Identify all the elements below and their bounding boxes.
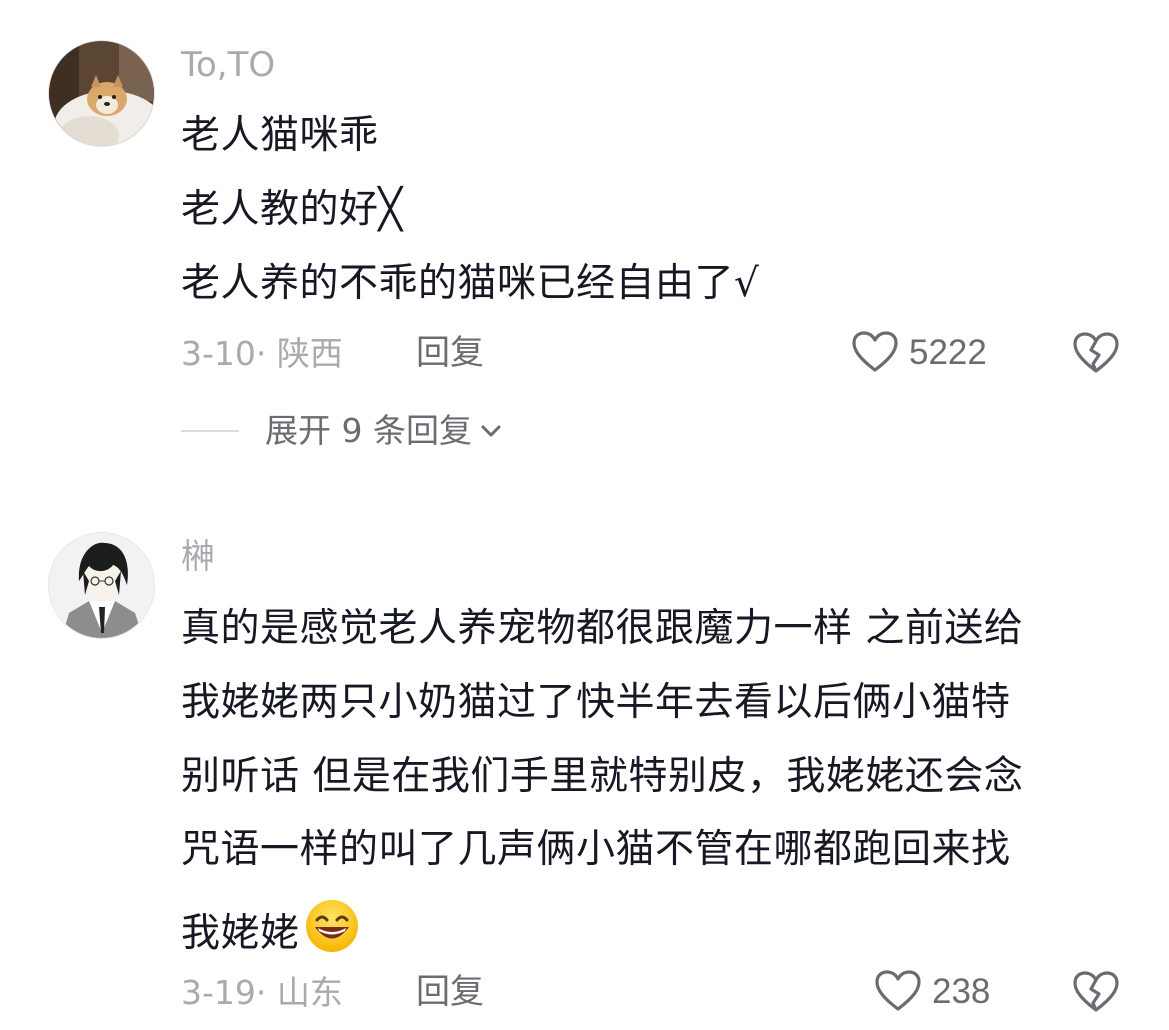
broken-heart-icon	[1073, 332, 1119, 373]
avatar-image	[49, 533, 154, 638]
comment-text-line: 真的是感觉老人养宠物都很跟魔力一样 之前送给	[181, 606, 1024, 651]
expand-replies-button[interactable]: 展开 9 条回复	[181, 414, 504, 447]
comment-item: To,TO 老人猫咪乖 老人教的好╳ 老人养的不乖的猫咪已经自由了√ 3-10·…	[0, 0, 1169, 470]
dislike-button[interactable]	[1072, 331, 1120, 375]
comment-location: 陕西	[276, 334, 343, 373]
expand-replies-label: 展开 9 条回复	[265, 411, 472, 450]
heart-outline-icon	[852, 331, 898, 372]
grinning-face-emoji	[304, 898, 360, 961]
comment-text-line: 咒语一样的叫了几声俩小猫不管在哪都跑回来找	[181, 827, 1011, 872]
comment-date: 3-10	[181, 334, 256, 373]
username[interactable]: 榊	[181, 540, 215, 574]
avatar-image	[49, 41, 154, 146]
broken-heart-icon	[1073, 971, 1119, 1012]
comment-date: 3-19	[181, 973, 256, 1012]
divider-line	[181, 429, 239, 432]
comment-text-line: 别听话 但是在我们手里就特别皮，我姥姥还会念	[181, 754, 1024, 799]
comment-text-line: 老人教的好╳	[181, 187, 403, 232]
like-button[interactable]: 238	[874, 969, 990, 1013]
meta-separator: ·	[255, 334, 277, 373]
comment-text-segment: 我姥姥	[181, 911, 300, 956]
heart-outline-icon	[875, 970, 921, 1011]
comment-text-line-with-emoji: 我姥姥	[181, 898, 360, 961]
chevron-down-icon	[481, 425, 501, 436]
comment-text-line: 老人养的不乖的猫咪已经自由了√	[181, 261, 760, 306]
comment-meta: 3-10· 陕西	[181, 337, 343, 370]
avatar[interactable]	[48, 532, 155, 639]
username[interactable]: To,TO	[181, 48, 275, 82]
comment-meta: 3-19· 山东	[181, 976, 343, 1009]
comment-text-line: 我姥姥两只小奶猫过了快半年去看以后俩小猫特	[181, 680, 1011, 725]
comment-location: 山东	[276, 973, 343, 1012]
reply-button[interactable]: 回复	[416, 975, 484, 1009]
meta-separator: ·	[255, 973, 277, 1012]
like-count: 238	[932, 971, 991, 1011]
comment-text-line: 老人猫咪乖	[181, 113, 379, 158]
like-button[interactable]: 5222	[851, 330, 987, 374]
like-count: 5222	[909, 332, 987, 372]
avatar[interactable]	[48, 40, 155, 147]
reply-button[interactable]: 回复	[416, 336, 484, 370]
dislike-button[interactable]	[1072, 970, 1120, 1014]
